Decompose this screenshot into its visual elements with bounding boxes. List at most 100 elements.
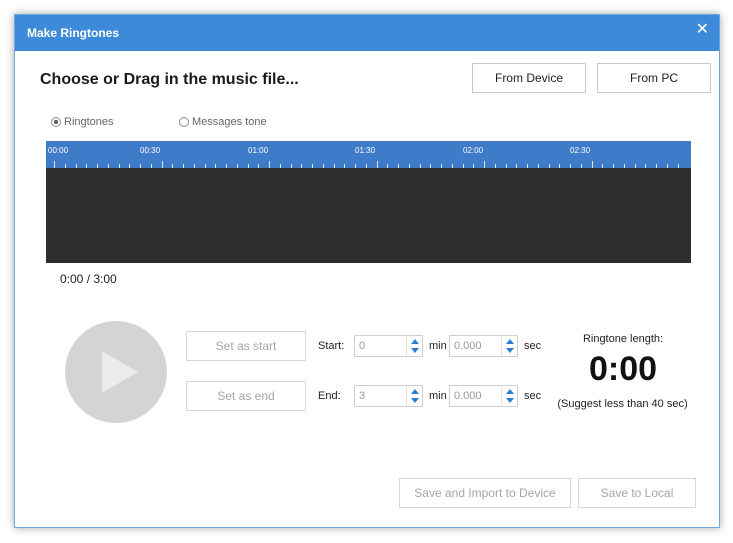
ruler-tick bbox=[678, 164, 679, 168]
ruler-tick bbox=[323, 164, 324, 168]
ruler-tick bbox=[463, 164, 464, 168]
timeline-label: 00:30 bbox=[140, 146, 161, 155]
ruler-tick bbox=[140, 164, 141, 168]
ruler-tick bbox=[248, 164, 249, 168]
spin-up-icon[interactable] bbox=[409, 337, 421, 346]
waveform-timeline[interactable]: 00:00 00:30 01:00 01:30 02:00 02:30 bbox=[46, 141, 691, 263]
radio-ringtones[interactable]: Ringtones bbox=[51, 116, 114, 128]
ruler-tick bbox=[624, 164, 625, 168]
ruler-tick bbox=[258, 164, 259, 168]
ruler-tick bbox=[645, 164, 646, 168]
ruler-tick bbox=[452, 164, 453, 168]
spin-up-icon[interactable] bbox=[504, 337, 516, 346]
ruler-tick bbox=[301, 164, 302, 168]
ruler-tick bbox=[215, 164, 216, 168]
ruler-tick bbox=[484, 161, 485, 168]
ruler-tick bbox=[538, 164, 539, 168]
start-sec-stepper[interactable]: 0.000 bbox=[449, 335, 518, 357]
ruler-tick bbox=[280, 164, 281, 168]
radio-messages-tone-label: Messages tone bbox=[192, 116, 267, 128]
ruler-tick bbox=[183, 164, 184, 168]
ruler-tick bbox=[506, 164, 507, 168]
radio-messages-tone[interactable]: Messages tone bbox=[179, 116, 267, 128]
timeline-ruler: 00:00 00:30 01:00 01:30 02:00 02:30 bbox=[46, 141, 691, 168]
ruler-tick bbox=[495, 164, 496, 168]
window-title: Make Ringtones bbox=[27, 26, 120, 40]
timeline-label: 01:30 bbox=[355, 146, 376, 155]
stepper-arrows bbox=[501, 336, 517, 356]
ruler-tick bbox=[581, 164, 582, 168]
set-as-start-button[interactable]: Set as start bbox=[186, 331, 306, 361]
end-min-unit: min bbox=[429, 390, 447, 402]
ruler-tick bbox=[312, 164, 313, 168]
page-heading: Choose or Drag in the music file... bbox=[40, 71, 299, 88]
ruler-tick bbox=[269, 161, 270, 168]
save-to-local-button[interactable]: Save to Local bbox=[578, 478, 696, 508]
ruler-tick bbox=[76, 164, 77, 168]
save-and-import-button[interactable]: Save and Import to Device bbox=[399, 478, 571, 508]
ringtone-length-hint: (Suggest less than 40 sec) bbox=[557, 398, 688, 410]
ruler-tick bbox=[527, 164, 528, 168]
ruler-tick bbox=[570, 164, 571, 168]
end-sec-stepper[interactable]: 0.000 bbox=[449, 385, 518, 407]
ruler-tick bbox=[97, 164, 98, 168]
ruler-tick bbox=[430, 164, 431, 168]
ruler-tick bbox=[162, 161, 163, 168]
timeline-label: 00:00 bbox=[48, 146, 69, 155]
ruler-tick bbox=[108, 164, 109, 168]
ruler-tick bbox=[237, 164, 238, 168]
ruler-tick bbox=[667, 164, 668, 168]
ruler-tick bbox=[129, 164, 130, 168]
stepper-arrows bbox=[406, 336, 422, 356]
ruler-tick bbox=[656, 164, 657, 168]
ruler-tick bbox=[409, 164, 410, 168]
ruler-tick bbox=[344, 164, 345, 168]
set-as-end-button[interactable]: Set as end bbox=[186, 381, 306, 411]
from-pc-button[interactable]: From PC bbox=[597, 63, 711, 93]
ruler-tick bbox=[613, 164, 614, 168]
start-sec-unit: sec bbox=[524, 340, 542, 352]
timeline-label: 02:00 bbox=[463, 146, 484, 155]
from-device-button[interactable]: From Device bbox=[472, 63, 586, 93]
spin-up-icon[interactable] bbox=[409, 387, 421, 396]
end-min-value: 3 bbox=[359, 390, 366, 402]
make-ringtones-dialog: Make Ringtones ✕ Choose or Drag in the m… bbox=[14, 14, 720, 528]
ruler-tick bbox=[54, 161, 55, 168]
spin-down-icon[interactable] bbox=[409, 396, 421, 405]
spin-up-icon[interactable] bbox=[504, 387, 516, 396]
end-min-stepper[interactable]: 3 bbox=[354, 385, 423, 407]
close-icon[interactable]: ✕ bbox=[696, 19, 709, 39]
ruler-tick bbox=[65, 164, 66, 168]
end-sec-value: 0.000 bbox=[454, 390, 482, 402]
end-label: End: bbox=[318, 390, 341, 402]
spin-down-icon[interactable] bbox=[504, 396, 516, 405]
ruler-tick bbox=[516, 164, 517, 168]
play-icon bbox=[102, 351, 138, 393]
timeline-label: 01:00 bbox=[248, 146, 269, 155]
spin-down-icon[interactable] bbox=[504, 346, 516, 355]
ruler-tick bbox=[172, 164, 173, 168]
ruler-tick bbox=[441, 164, 442, 168]
start-min-value: 0 bbox=[359, 340, 366, 352]
play-button[interactable] bbox=[65, 321, 167, 423]
ruler-tick bbox=[291, 164, 292, 168]
ruler-tick bbox=[355, 164, 356, 168]
ruler-tick bbox=[86, 164, 87, 168]
spin-down-icon[interactable] bbox=[409, 346, 421, 355]
radio-unselected-icon bbox=[179, 117, 189, 127]
stepper-arrows bbox=[406, 386, 422, 406]
ruler-tick bbox=[602, 164, 603, 168]
ruler-tick bbox=[549, 164, 550, 168]
title-bar: Make Ringtones ✕ bbox=[15, 15, 719, 51]
start-sec-value: 0.000 bbox=[454, 340, 482, 352]
ruler-tick bbox=[377, 161, 378, 168]
ruler-tick bbox=[205, 164, 206, 168]
radio-ringtones-label: Ringtones bbox=[64, 116, 114, 128]
stepper-arrows bbox=[501, 386, 517, 406]
playback-time: 0:00 / 3:00 bbox=[60, 272, 117, 286]
ruler-tick bbox=[420, 164, 421, 168]
start-label: Start: bbox=[318, 340, 345, 352]
start-min-stepper[interactable]: 0 bbox=[354, 335, 423, 357]
ruler-tick bbox=[473, 164, 474, 168]
ruler-tick bbox=[226, 164, 227, 168]
